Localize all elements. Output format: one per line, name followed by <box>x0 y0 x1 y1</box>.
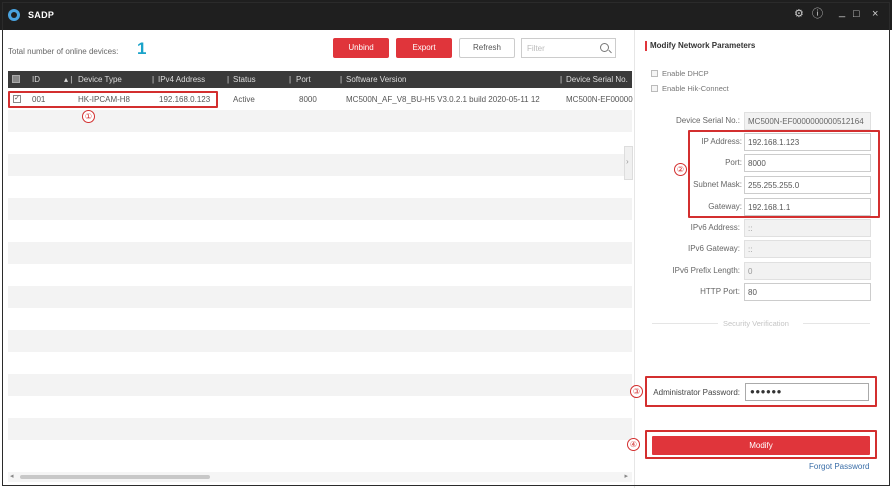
enable-dhcp-option[interactable]: Enable DHCP <box>651 69 709 78</box>
device-table-body: ✓ 001 HK-IPCAM-H8 192.168.0.123 Active 8… <box>8 88 633 470</box>
device-table-header: ID ▴ | Device Type | IPv4 Address | Stat… <box>8 71 632 88</box>
empty-row <box>8 264 632 286</box>
annotation-marker-1: ① <box>82 110 95 123</box>
empty-row <box>8 418 632 440</box>
col-divider: | <box>227 75 230 84</box>
serial-label: Device Serial No.: <box>675 116 740 125</box>
cell-software: MC500N_AF_V8_BU-H5 V3.0.2.1 build 2020-0… <box>346 95 540 104</box>
col-serial[interactable]: Device Serial No. <box>566 75 628 84</box>
empty-row <box>8 396 632 418</box>
horizontal-scrollbar[interactable]: ◂ ▸ <box>8 472 632 482</box>
minimize-icon[interactable]: _ <box>839 6 845 18</box>
ipv6-prefix-label: IPv6 Prefix Length: <box>672 266 740 275</box>
close-icon[interactable]: × <box>872 8 878 20</box>
cell-status: Active <box>233 95 255 104</box>
ipv6-address-field: :: <box>744 219 871 237</box>
annotation-box-device-row <box>8 91 218 108</box>
sort-icon[interactable]: ▴ | <box>64 75 72 84</box>
info-icon[interactable]: ⓘ <box>812 8 823 20</box>
empty-row <box>8 198 632 220</box>
scrollbar-thumb[interactable] <box>20 475 210 479</box>
ipv6-prefix-field: 0 <box>744 262 871 280</box>
scroll-right-icon[interactable]: ▸ <box>624 472 628 480</box>
collapse-panel-handle[interactable] <box>624 146 633 180</box>
ipv6-gateway-label: IPv6 Gateway: <box>687 244 740 253</box>
panel-title: Modify Network Parameters <box>650 41 756 50</box>
col-device-type[interactable]: Device Type <box>78 75 122 84</box>
col-status[interactable]: Status <box>233 75 256 84</box>
hik-connect-label: Enable Hik-Connect <box>662 84 729 93</box>
annotation-marker-4: ④ <box>627 438 640 451</box>
window-title: SADP <box>28 10 55 20</box>
sadp-logo-icon <box>8 9 20 21</box>
select-all-checkbox[interactable] <box>12 75 20 83</box>
annotation-box-password <box>645 376 877 407</box>
ipv6-gateway-field: :: <box>744 240 871 258</box>
unbind-button[interactable]: Unbind <box>333 38 389 58</box>
annotation-box-network-fields <box>688 130 880 218</box>
hik-connect-checkbox[interactable] <box>651 85 658 92</box>
ipv6-address-label: IPv6 Address: <box>690 223 740 232</box>
col-id[interactable]: ID <box>32 75 40 84</box>
empty-row <box>8 286 632 308</box>
col-divider: | <box>340 75 343 84</box>
modify-panel <box>634 30 892 488</box>
empty-row <box>8 308 632 330</box>
annotation-marker-3: ③ <box>630 385 643 398</box>
forgot-password-link[interactable]: Forgot Password <box>809 462 869 471</box>
dhcp-checkbox[interactable] <box>651 70 658 77</box>
maximize-icon[interactable]: □ <box>853 8 860 20</box>
empty-row <box>8 330 632 352</box>
filter-placeholder: Filter <box>527 44 545 53</box>
divider <box>652 323 718 324</box>
dhcp-label: Enable DHCP <box>662 69 709 78</box>
total-devices-label: Total number of online devices: <box>8 47 119 56</box>
scroll-left-icon[interactable]: ◂ <box>10 472 14 480</box>
filter-input[interactable]: Filter <box>521 38 616 58</box>
col-port[interactable]: Port <box>296 75 311 84</box>
panel-accent-bar <box>645 41 647 51</box>
col-ipv4[interactable]: IPv4 Address <box>158 75 205 84</box>
enable-hik-connect-option[interactable]: Enable Hik-Connect <box>651 84 729 93</box>
http-port-field[interactable]: 80 <box>744 283 871 301</box>
export-button[interactable]: Export <box>396 38 452 58</box>
empty-row <box>8 110 632 132</box>
col-divider: | <box>560 75 563 84</box>
empty-row <box>8 132 632 154</box>
serial-field: MC500N-EF0000000000512164 <box>744 112 871 130</box>
empty-row <box>8 154 632 176</box>
divider <box>803 323 870 324</box>
http-port-label: HTTP Port: <box>700 287 740 296</box>
total-devices-count: 1 <box>137 39 147 58</box>
empty-row <box>8 176 632 198</box>
cell-serial: MC500N-EF00000 <box>566 95 633 104</box>
search-icon[interactable] <box>600 43 609 52</box>
security-verification-label: Security Verification <box>723 319 789 328</box>
refresh-button[interactable]: Refresh <box>459 38 515 58</box>
title-bar: SADP ⚙ ⓘ _ □ × <box>0 0 892 30</box>
empty-row <box>8 242 632 264</box>
annotation-marker-2: ② <box>674 163 687 176</box>
empty-row <box>8 374 632 396</box>
empty-row <box>8 440 632 462</box>
empty-row <box>8 220 632 242</box>
col-software-version[interactable]: Software Version <box>346 75 406 84</box>
cell-port: 8000 <box>299 95 317 104</box>
empty-row <box>8 352 632 374</box>
col-divider: | <box>152 75 155 84</box>
col-divider: | <box>289 75 292 84</box>
settings-icon[interactable]: ⚙ <box>794 8 804 20</box>
annotation-box-modify <box>645 430 877 459</box>
